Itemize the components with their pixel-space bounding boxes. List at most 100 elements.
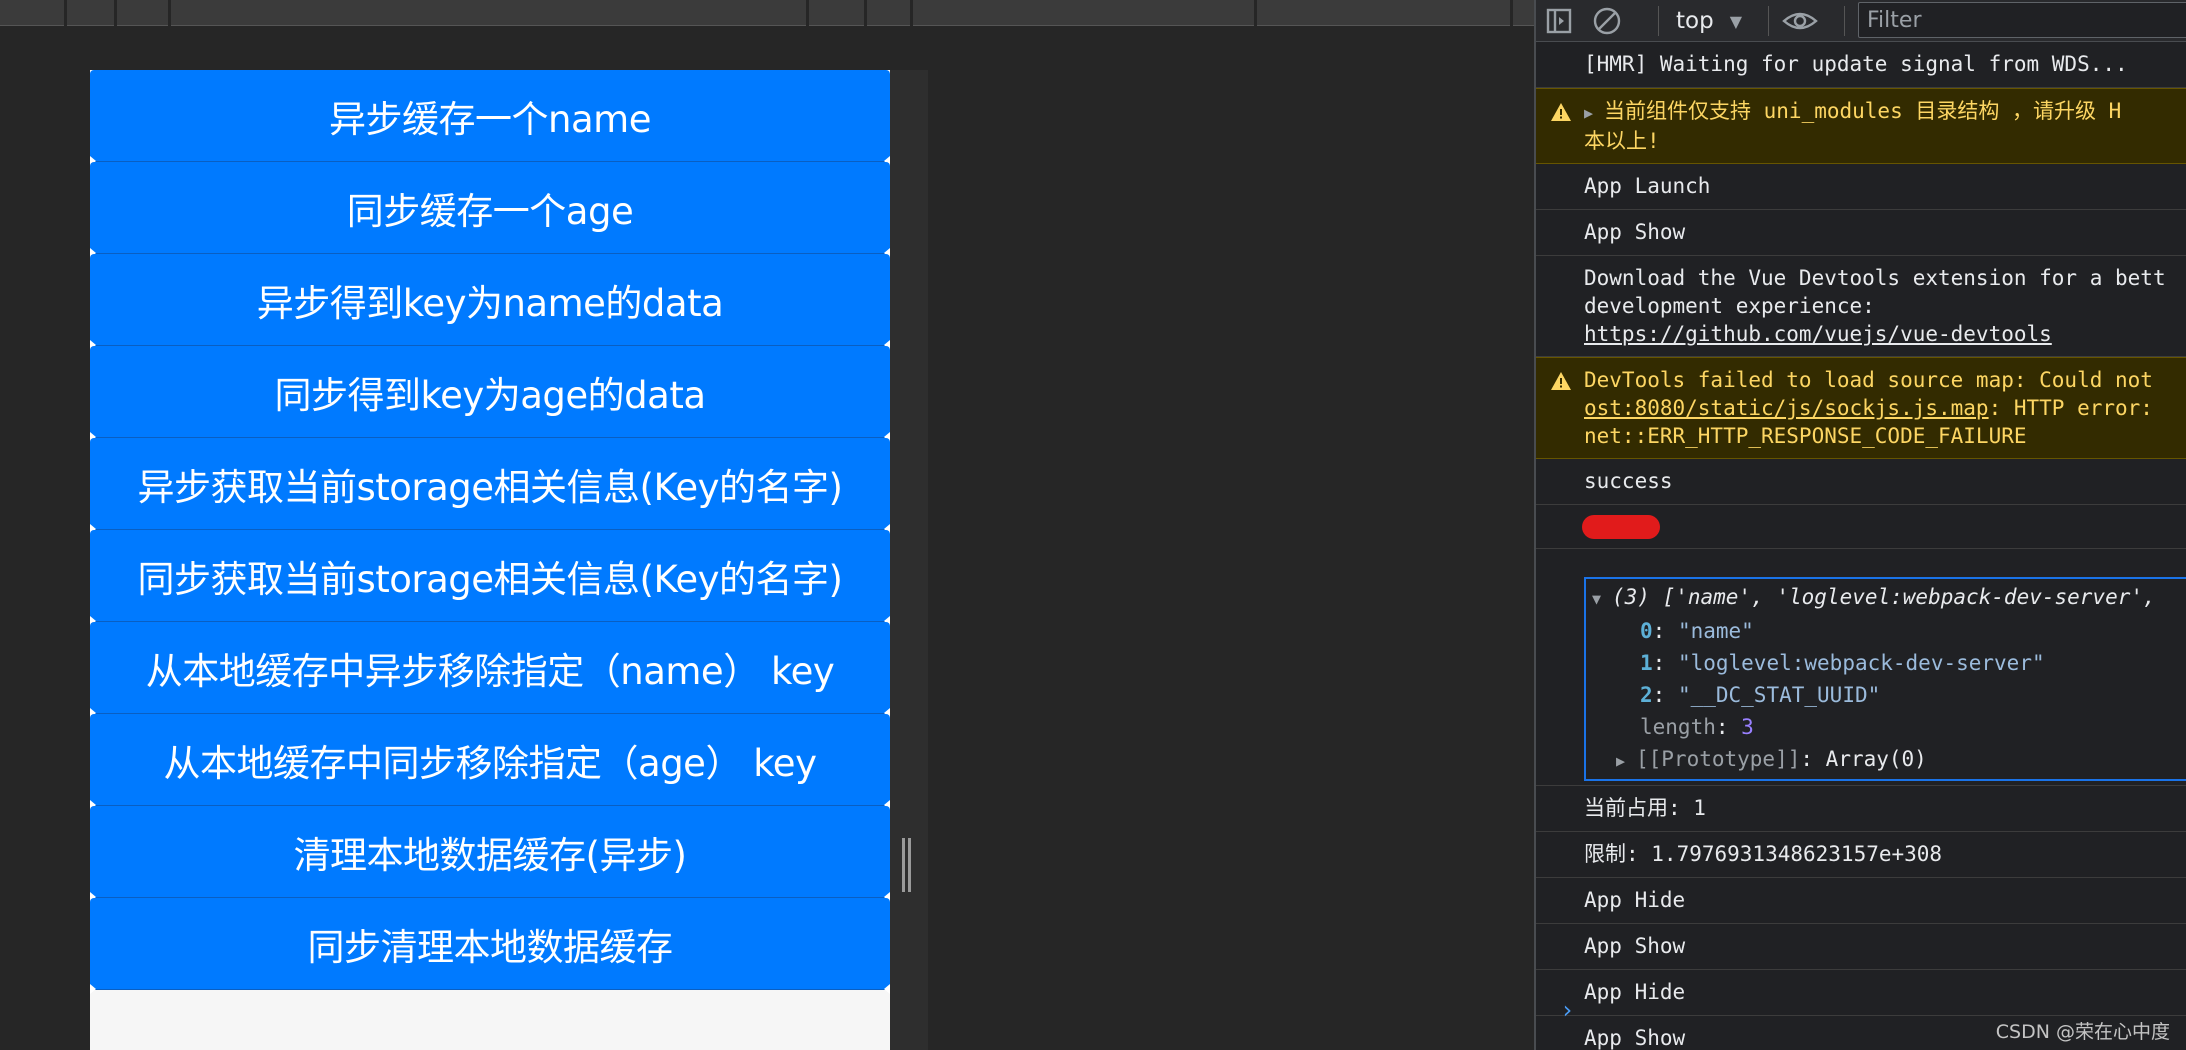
- prototype-value: Array(0): [1825, 747, 1927, 771]
- array-summary: (3) ['name', 'loglevel:webpack-dev-serve…: [1612, 585, 2156, 609]
- warning-icon: [1551, 103, 1571, 121]
- toolbar-divider: [1844, 6, 1845, 36]
- strip-divider: [1254, 0, 1257, 26]
- expand-triangle-icon[interactable]: ▶: [1584, 99, 1604, 127]
- length-key: length: [1640, 715, 1716, 739]
- log-message: [HMR] Waiting for update signal from WDS…: [1536, 42, 2186, 88]
- grip-line: [908, 838, 911, 892]
- remove-storage-sync-button[interactable]: 从本地缓存中同步移除指定（age） key: [90, 714, 890, 810]
- log-text: App Hide: [1584, 888, 1686, 912]
- array-inspector: ▼ (3) ['name', 'loglevel:webpack-dev-serv…: [1584, 577, 2186, 781]
- set-storage-sync-button[interactable]: 同步缓存一个age: [90, 162, 890, 258]
- app-preview-pane: 异步缓存一个name 同步缓存一个age 异步得到key为name的data 同…: [0, 0, 1534, 1050]
- array-item-row: 1: "loglevel:webpack-dev-server": [1640, 651, 2045, 675]
- strip-divider: [864, 0, 867, 26]
- warning-text: DevTools failed to load source map: Coul…: [1584, 368, 2153, 392]
- log-text: [HMR] Waiting for update signal from WDS…: [1584, 52, 2128, 76]
- warning-message: ▶ 当前组件仅支持 uni_modules 目录结构 ，请升级 H 本以上!: [1536, 88, 2186, 164]
- log-text: Download the Vue Devtools extension for …: [1584, 266, 2166, 290]
- device-scroll-track: [890, 70, 928, 1050]
- prototype-key: [[Prototype]]: [1636, 747, 1801, 771]
- console-toolbar: top ▼: [1536, 0, 2186, 42]
- array-log-message: ▼ (3) ['name', 'loglevel:webpack-dev-serv…: [1536, 549, 2186, 786]
- device-frame: 异步缓存一个name 同步缓存一个age 异步得到key为name的data 同…: [90, 70, 928, 1050]
- log-message: App Hide: [1536, 970, 2186, 1016]
- log-message: App Hide: [1536, 878, 2186, 924]
- eye-icon[interactable]: [1780, 4, 1820, 38]
- array-value: "__DC_STAT_UUID": [1677, 683, 1881, 707]
- array-index: 1: [1640, 651, 1653, 675]
- vue-devtools-link[interactable]: https://github.com/vuejs/vue-devtools: [1584, 322, 2052, 346]
- console-log: [HMR] Waiting for update signal from WDS…: [1536, 42, 2186, 1050]
- array-item-row: 0: "name": [1640, 619, 1754, 643]
- clear-storage-sync-button[interactable]: 同步清理本地数据缓存: [90, 898, 890, 994]
- log-text: App Show: [1584, 934, 1686, 958]
- array-value: "loglevel:webpack-dev-server": [1677, 651, 2045, 675]
- sidebar-toggle-icon[interactable]: [1542, 4, 1576, 38]
- strip-divider: [168, 0, 171, 26]
- log-message: App Launch: [1536, 164, 2186, 210]
- array-index: 0: [1640, 619, 1653, 643]
- context-selector[interactable]: top ▼: [1676, 2, 1742, 40]
- console-prompt-icon[interactable]: ›: [1560, 996, 1574, 1024]
- array-item-row: 2: "__DC_STAT_UUID": [1640, 683, 1881, 707]
- log-text: App Show: [1584, 220, 1686, 244]
- strip-divider: [114, 0, 117, 26]
- warning-text: : HTTP error:: [1988, 396, 2153, 420]
- length-value: 3: [1741, 715, 1754, 739]
- log-message: 限制: 1.7976931348623157e+308: [1536, 832, 2186, 878]
- get-storage-info-async-button[interactable]: 异步获取当前storage相关信息(Key的名字): [90, 438, 890, 534]
- preview-top-strip: [0, 0, 1534, 26]
- log-text: 限制: 1.7976931348623157e+308: [1584, 842, 1943, 866]
- context-label: top: [1676, 8, 1714, 34]
- get-storage-sync-button[interactable]: 同步得到key为age的data: [90, 346, 890, 442]
- clear-console-icon[interactable]: [1590, 4, 1624, 38]
- strip-divider: [910, 0, 913, 26]
- array-index: 2: [1640, 683, 1653, 707]
- warning-text: 本以上!: [1584, 129, 1660, 153]
- log-message: [1536, 505, 2186, 549]
- storage-button-list: 异步缓存一个name 同步缓存一个age 异步得到key为name的data 同…: [90, 70, 890, 994]
- warning-message: DevTools failed to load source map: Coul…: [1536, 357, 2186, 459]
- warning-text: net::ERR_HTTP_RESPONSE_CODE_FAILURE: [1584, 424, 2027, 448]
- clear-storage-async-button[interactable]: 清理本地数据缓存(异步): [90, 806, 890, 902]
- log-text: 当前占用: 1: [1584, 796, 1706, 820]
- pane-resize-handle[interactable]: [902, 838, 914, 892]
- log-message: success: [1536, 459, 2186, 505]
- log-message: 当前占用: 1: [1536, 786, 2186, 832]
- prototype-row[interactable]: ▶ [[Prototype]]: Array(0): [1592, 743, 2186, 777]
- collapse-triangle-icon[interactable]: ▼: [1592, 583, 1612, 615]
- strip-divider: [806, 0, 809, 26]
- get-storage-async-button[interactable]: 异步得到key为name的data: [90, 254, 890, 350]
- set-storage-async-button[interactable]: 异步缓存一个name: [90, 70, 890, 166]
- log-message: App Show: [1536, 924, 2186, 970]
- get-storage-info-sync-button[interactable]: 同步获取当前storage相关信息(Key的名字): [90, 530, 890, 626]
- log-text: App Show: [1584, 1026, 1686, 1050]
- expand-triangle-icon[interactable]: ▶: [1616, 745, 1636, 777]
- remove-storage-async-button[interactable]: 从本地缓存中异步移除指定（name） key: [90, 622, 890, 718]
- source-map-link[interactable]: ost:8080/static/js/sockjs.js.map: [1584, 396, 1989, 420]
- log-text: App Launch: [1584, 174, 1711, 198]
- log-text: success: [1584, 469, 1673, 493]
- log-message: Download the Vue Devtools extension for …: [1536, 256, 2186, 357]
- toolbar-divider: [1658, 6, 1659, 36]
- log-text: App Hide: [1584, 980, 1686, 1004]
- log-message: App Show: [1536, 210, 2186, 256]
- warning-text: 当前组件仅支持 uni_modules 目录结构 ，请升级 H: [1604, 99, 2122, 123]
- strip-divider: [1510, 0, 1513, 26]
- dropdown-arrow-icon: ▼: [1729, 11, 1743, 31]
- filter-input[interactable]: [1858, 2, 2186, 38]
- watermark: CSDN @荣在心中度: [1995, 1021, 2170, 1043]
- screen: 异步缓存一个name 同步缓存一个age 异步得到key为name的data 同…: [0, 0, 2186, 1050]
- array-summary-row[interactable]: ▼ (3) ['name', 'loglevel:webpack-dev-serv…: [1592, 581, 2186, 615]
- redacted-mark: [1582, 515, 1660, 539]
- strip-divider: [64, 0, 67, 26]
- array-value: "name": [1677, 619, 1754, 643]
- warning-icon: [1551, 372, 1571, 390]
- toolbar-divider: [1768, 6, 1769, 36]
- devtools-console: top ▼ [HMR] Waiting for update signal fr…: [1534, 0, 2186, 1050]
- log-text: development experience:: [1584, 294, 1875, 318]
- grip-line: [902, 838, 905, 892]
- device-screen: 异步缓存一个name 同步缓存一个age 异步得到key为name的data 同…: [90, 70, 890, 1050]
- array-length-row: length: 3: [1640, 715, 1754, 739]
